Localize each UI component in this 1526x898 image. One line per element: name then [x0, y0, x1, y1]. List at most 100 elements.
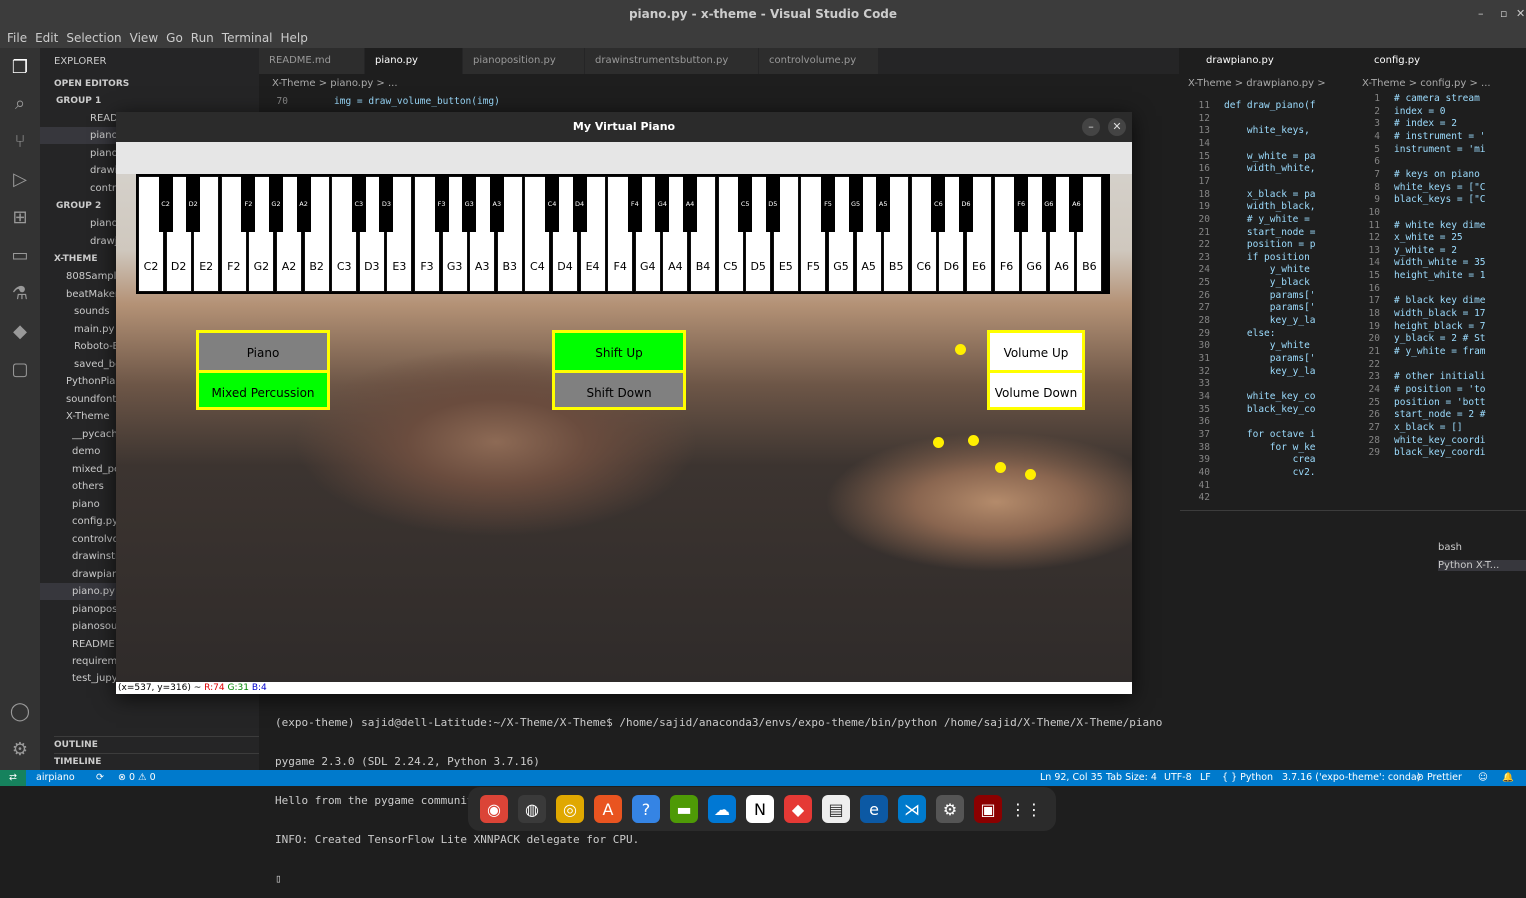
- git-branch[interactable]: airpiano: [36, 770, 75, 786]
- tab-config[interactable]: config.py: [1350, 48, 1526, 74]
- testing-icon[interactable]: ⚗: [8, 282, 32, 306]
- app-grid-icon[interactable]: ⋮⋮: [1010, 795, 1042, 823]
- open-editors-header[interactable]: OPEN EDITORS: [54, 76, 259, 93]
- prettier-status[interactable]: ⊘ Prettier: [1416, 770, 1462, 786]
- edge-icon[interactable]: e: [860, 795, 888, 823]
- explorer-icon[interactable]: ❐: [8, 56, 32, 80]
- volume-down-button[interactable]: Volume Down: [987, 370, 1085, 410]
- volume-up-button[interactable]: Volume Up: [987, 330, 1085, 370]
- session-python[interactable]: Python X-T...: [1438, 560, 1526, 571]
- extensions-icon[interactable]: ⊞: [8, 206, 32, 230]
- black-key[interactable]: G6: [1041, 174, 1056, 232]
- docker-icon[interactable]: ◆: [8, 320, 32, 344]
- black-key[interactable]: A4: [683, 174, 697, 232]
- group1-header[interactable]: GROUP 1: [56, 93, 259, 110]
- outline-header[interactable]: OUTLINE: [54, 736, 259, 753]
- menu-edit[interactable]: Edit: [32, 28, 61, 48]
- tab-controlvolume[interactable]: controlvolume.py: [759, 48, 879, 74]
- chrome-icon[interactable]: ◉: [480, 795, 508, 823]
- tab-size[interactable]: Tab Size: 4: [1106, 770, 1157, 786]
- menu-terminal[interactable]: Terminal: [219, 28, 276, 48]
- minimize-icon[interactable]: –: [1478, 0, 1484, 28]
- remote-indicator-icon[interactable]: ⇄: [0, 770, 26, 786]
- search-icon[interactable]: ⌕: [8, 92, 32, 116]
- black-key[interactable]: F5: [821, 174, 835, 232]
- tab-pianoposition[interactable]: pianoposition.py: [463, 48, 585, 74]
- black-key[interactable]: A3: [489, 174, 504, 232]
- shift-down-button[interactable]: Shift Down: [552, 370, 686, 410]
- terminal-app-icon[interactable]: ▣: [974, 795, 1002, 823]
- menu-help[interactable]: Help: [278, 28, 311, 48]
- black-key[interactable]: G3: [462, 174, 477, 232]
- shift-up-button[interactable]: Shift Up: [552, 330, 686, 370]
- chat-icon[interactable]: ◍: [518, 795, 546, 823]
- black-key[interactable]: D2: [186, 174, 201, 232]
- session-bash[interactable]: bash: [1438, 542, 1462, 553]
- black-key[interactable]: F6: [1014, 174, 1029, 232]
- tab-piano-py[interactable]: piano.py: [365, 48, 463, 74]
- black-key[interactable]: F3: [434, 174, 449, 232]
- onedrive-icon[interactable]: ☁: [708, 795, 736, 823]
- black-key[interactable]: C5: [738, 174, 753, 232]
- piano-close-icon[interactable]: ✕: [1108, 118, 1126, 136]
- mixed-percussion-button[interactable]: Mixed Percussion: [196, 370, 330, 410]
- black-key[interactable]: F4: [627, 174, 642, 232]
- close-icon[interactable]: ✕: [1516, 0, 1525, 28]
- black-key[interactable]: D5: [765, 174, 780, 232]
- settings-app-icon[interactable]: ⚙: [936, 795, 964, 823]
- black-key[interactable]: D4: [572, 174, 587, 232]
- menu-go[interactable]: Go: [163, 28, 186, 48]
- document-icon[interactable]: ▤: [822, 795, 850, 823]
- anydesk-icon[interactable]: ◆: [784, 795, 812, 823]
- black-key[interactable]: G4: [655, 174, 670, 232]
- black-key[interactable]: G2: [269, 174, 283, 232]
- maximize-icon[interactable]: ▫: [1500, 0, 1507, 28]
- run-debug-icon[interactable]: ▷: [8, 168, 32, 192]
- help-icon[interactable]: ?: [632, 795, 660, 823]
- black-key[interactable]: C3: [351, 174, 366, 232]
- software-icon[interactable]: A: [594, 795, 622, 823]
- python-interpreter[interactable]: 3.7.16 ('expo-theme': conda): [1282, 770, 1420, 786]
- sync-icon[interactable]: ⟳: [96, 770, 104, 786]
- line-number: 41: [1198, 479, 1210, 491]
- vscode-icon[interactable]: ⋊: [898, 795, 926, 823]
- tab-readme[interactable]: README.md: [259, 48, 365, 74]
- cursor-position[interactable]: Ln 92, Col 35: [1040, 770, 1103, 786]
- timeline-header[interactable]: TIMELINE: [54, 753, 259, 770]
- black-key[interactable]: D6: [959, 174, 973, 232]
- piano-minimize-icon[interactable]: –: [1082, 118, 1100, 136]
- piano-instrument-button[interactable]: Piano: [196, 330, 330, 370]
- black-key[interactable]: F2: [241, 174, 256, 232]
- menu-view[interactable]: View: [127, 28, 161, 48]
- black-key[interactable]: D3: [379, 174, 394, 232]
- terminal-panel[interactable]: (expo-theme) sajid@dell-Latitude:~/X-The…: [259, 690, 1180, 885]
- feedback-icon[interactable]: ☺: [1478, 770, 1488, 786]
- comments-icon[interactable]: ▢: [8, 358, 32, 382]
- white-key-label: D4: [557, 260, 573, 273]
- notifications-icon[interactable]: 🔔: [1502, 770, 1514, 786]
- black-key[interactable]: C4: [545, 174, 559, 232]
- rhythmbox-icon[interactable]: ◎: [556, 795, 584, 823]
- source-control-icon[interactable]: ⑂: [8, 130, 32, 154]
- black-key[interactable]: A6: [1069, 174, 1084, 232]
- language-mode[interactable]: { } Python: [1222, 770, 1273, 786]
- menu-run[interactable]: Run: [188, 28, 217, 48]
- tab-drawpiano[interactable]: drawpiano.py: [1180, 48, 1348, 74]
- tab-drawinstrumentsbutton[interactable]: drawinstrumentsbutton.py: [585, 48, 759, 74]
- settings-gear-icon[interactable]: ⚙: [8, 738, 32, 762]
- problems-count[interactable]: ⊗ 0 ⚠ 0: [118, 770, 156, 786]
- menu-file[interactable]: File: [4, 28, 30, 48]
- black-key[interactable]: C6: [931, 174, 946, 232]
- menu-selection[interactable]: Selection: [63, 28, 124, 48]
- encoding[interactable]: UTF-8: [1164, 770, 1192, 786]
- remote-explorer-icon[interactable]: ▭: [8, 244, 32, 268]
- account-icon[interactable]: ◯: [8, 700, 32, 724]
- black-key[interactable]: C2: [158, 174, 173, 232]
- files-icon[interactable]: ▬: [670, 795, 698, 823]
- notion-icon[interactable]: N: [746, 795, 774, 823]
- black-key[interactable]: A2: [296, 174, 311, 232]
- eol[interactable]: LF: [1200, 770, 1211, 786]
- black-key-label: G4: [657, 200, 667, 208]
- black-key[interactable]: G5: [848, 174, 863, 232]
- black-key[interactable]: A5: [876, 174, 891, 232]
